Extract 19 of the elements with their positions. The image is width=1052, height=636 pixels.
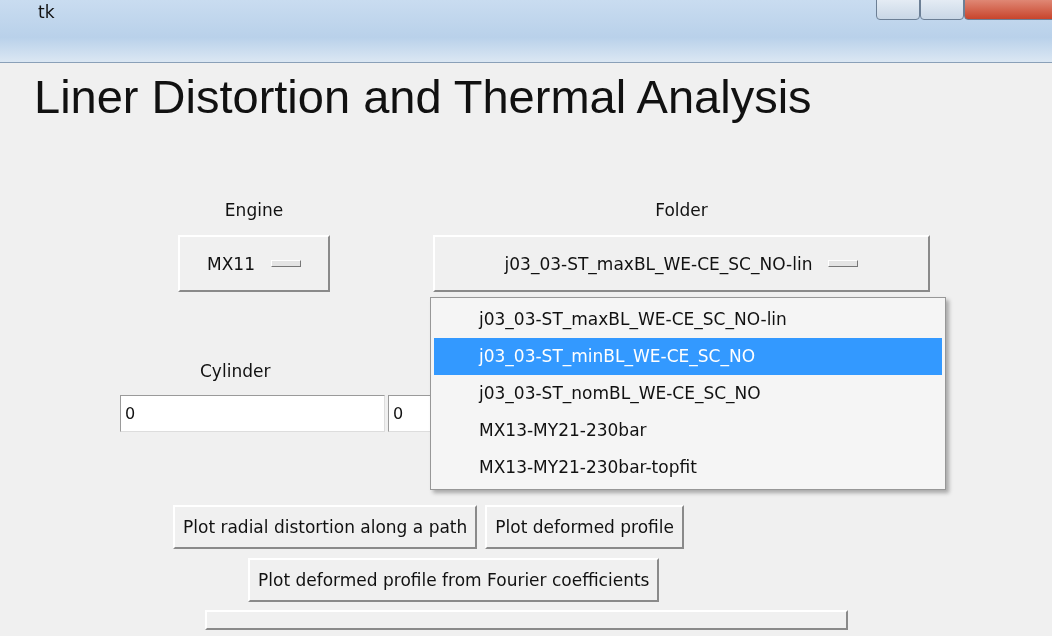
engine-label: Engine	[224, 199, 284, 222]
menu-item[interactable]: MX13-MY21-230bar	[434, 412, 942, 449]
maximize-button[interactable]	[920, 0, 964, 20]
menu-item[interactable]: j03_03-ST_nomBL_WE-CE_SC_NO	[434, 375, 942, 412]
menu-item[interactable]: j03_03-ST_maxBL_WE-CE_SC_NO-lin	[434, 301, 942, 338]
minimize-button[interactable]	[876, 0, 920, 20]
menu-item[interactable]: MX13-MY21-230bar-topfit	[434, 449, 942, 486]
plot-button[interactable]: Plot deformed profile from Fourier coefficients	[248, 558, 660, 602]
plot-button[interactable]: Plot deformed profile	[485, 505, 684, 549]
cylinder-label: Cylinder	[200, 360, 272, 383]
engine-dropdown[interactable]: MX11	[178, 235, 330, 292]
window-title: tk	[38, 2, 55, 22]
app-heading: Liner Distortion and Thermal Analysis	[34, 69, 813, 125]
dropdown-indicator-icon	[270, 260, 301, 267]
dropdown-indicator-icon	[828, 260, 859, 267]
input-field[interactable]: 0	[120, 395, 385, 432]
plot-button[interactable]: Plot radial distortion along a path	[173, 505, 478, 549]
folder-dropdown[interactable]: j03_03-ST_maxBL_WE-CE_SC_NO-lin	[433, 235, 930, 292]
folder-label: Folder	[655, 199, 708, 222]
